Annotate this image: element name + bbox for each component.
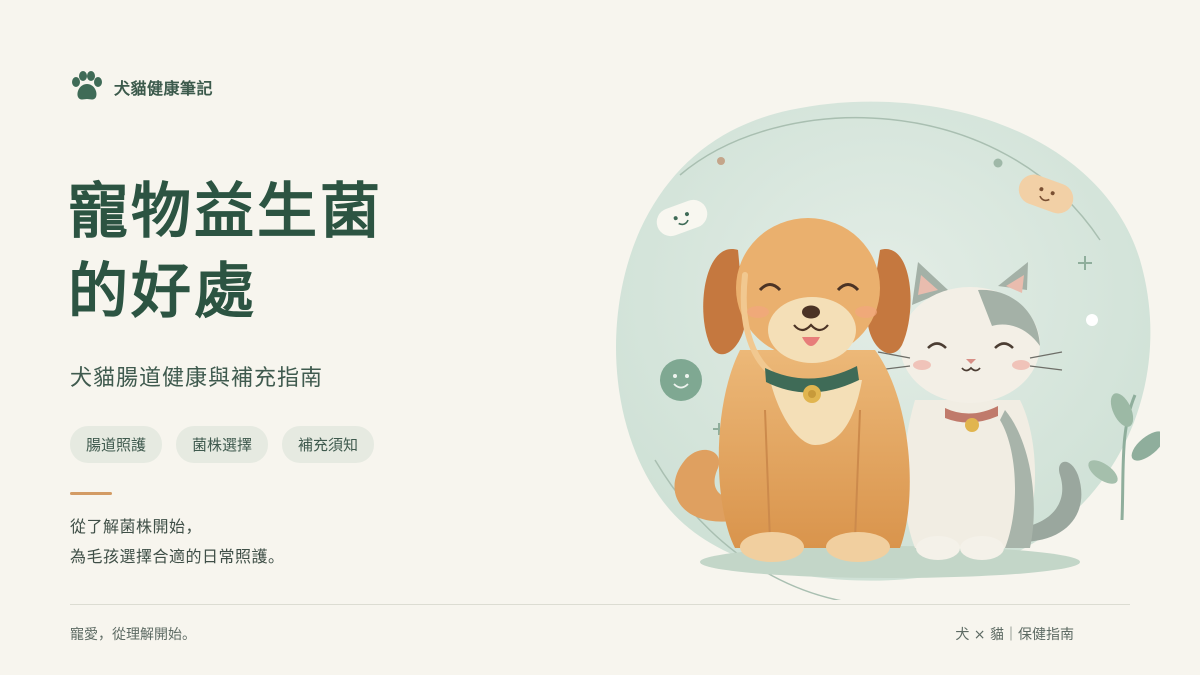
tag-gut-care: 腸道照護 — [70, 426, 163, 463]
description-line-1: 從了解菌株開始， — [70, 517, 203, 536]
footer-slogan: 寵愛，從理解開始。 — [70, 627, 196, 643]
accent-divider — [70, 492, 112, 495]
dot-decoration — [993, 158, 1003, 168]
footer-series-label: 犬 × 貓｜保健指南 — [955, 627, 1074, 643]
footer-divider — [70, 604, 1130, 605]
smiley-bacteria-icon — [660, 359, 702, 401]
page-title: 寵物益生菌 的好處 — [68, 172, 383, 332]
pet-illustration — [616, 101, 1160, 600]
tag-supplement-notes: 補充須知 — [282, 426, 375, 463]
dot-decoration — [1086, 314, 1098, 326]
brand-name: 犬貓健康筆記 — [114, 79, 214, 98]
subtitle: 犬貓腸道健康與補充指南 — [70, 366, 324, 391]
paw-icon — [72, 71, 102, 100]
description: 從了解菌株開始， 為毛孩選擇合適的日常照護。 — [70, 512, 285, 572]
dot-decoration — [717, 157, 725, 165]
title-line-2: 的好處 — [68, 257, 257, 327]
tag-list: 腸道照護 菌株選擇 補充須知 — [70, 426, 375, 463]
brand: 犬貓健康筆記 — [70, 71, 213, 103]
title-line-1: 寵物益生菌 — [68, 177, 383, 247]
tag-strain-selection: 菌株選擇 — [176, 426, 269, 463]
description-line-2: 為毛孩選擇合適的日常照護。 — [70, 547, 285, 566]
